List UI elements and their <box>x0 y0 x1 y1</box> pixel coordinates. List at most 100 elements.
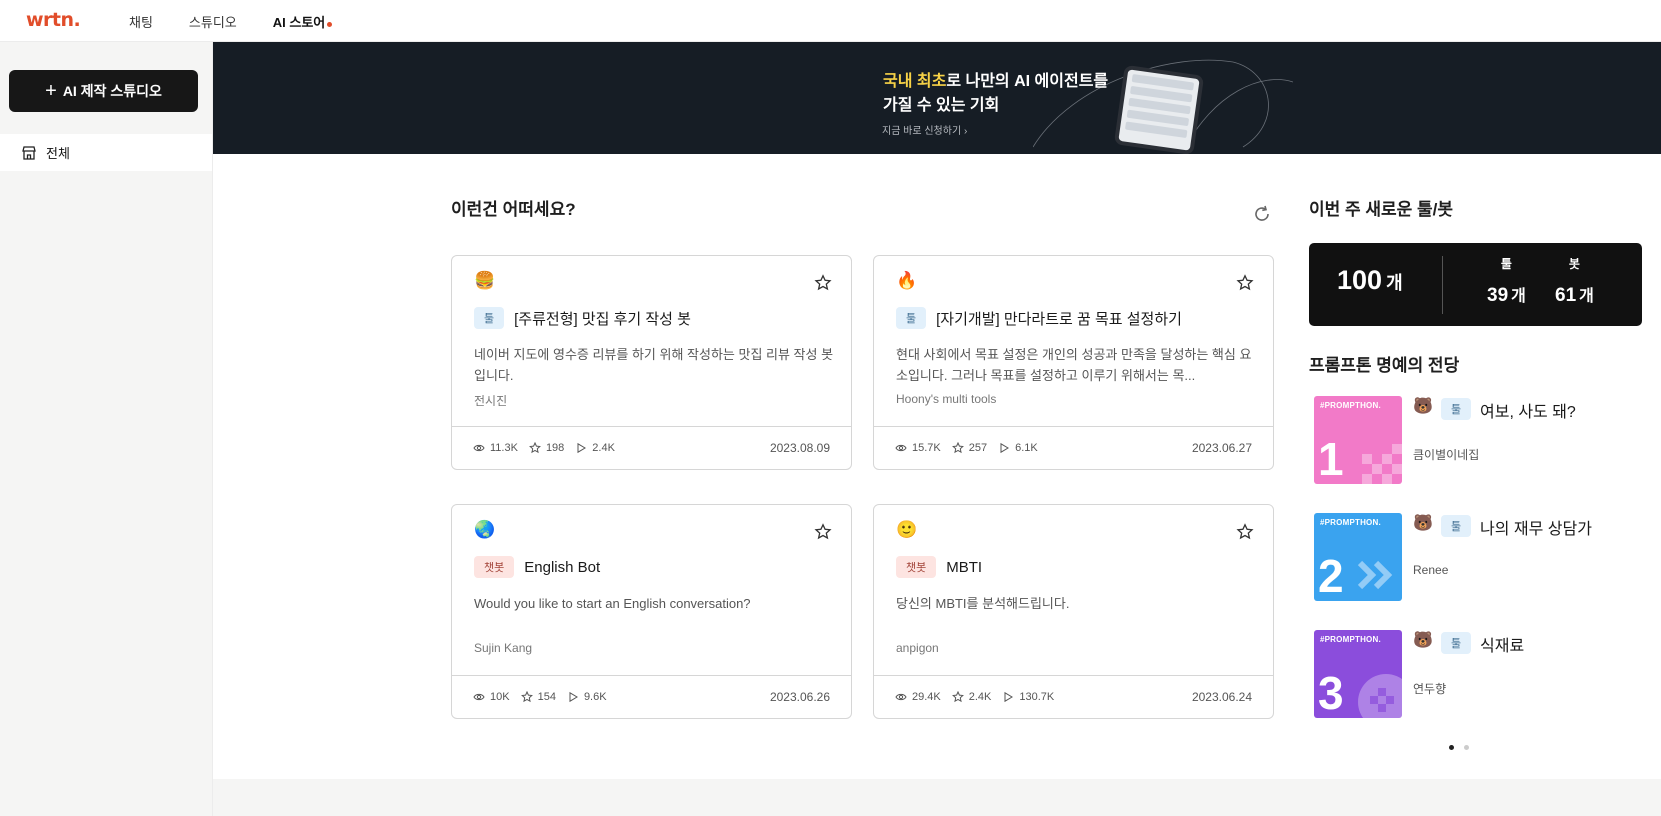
total-count: 100 개 <box>1337 265 1403 296</box>
plays-stat: 9.6K <box>567 691 607 703</box>
chatbot-card[interactable]: 🌏 챗봇 English Bot Would you like to start… <box>451 504 852 719</box>
tool-count-value: 39 <box>1487 285 1509 306</box>
page-footer-band <box>213 779 1661 816</box>
stars-stat: 198 <box>528 442 565 454</box>
views-count: 29.4K <box>912 691 941 703</box>
stars-count: 257 <box>968 442 988 454</box>
chatbot-card[interactable]: 🙂 챗봇 MBTI 당신의 MBTI를 분석해드립니다. anpigon 29.… <box>873 504 1274 719</box>
type-badge: 툴 <box>474 307 505 329</box>
views-stat: 10K <box>473 691 510 703</box>
star-icon[interactable] <box>1236 523 1254 541</box>
bear-emoji: 🐻 <box>1413 632 1433 649</box>
card-emoji: 🍔 <box>474 271 496 290</box>
wrtn-logo[interactable]: wrtn. <box>26 9 81 31</box>
bear-emoji: 🐻 <box>1413 398 1433 415</box>
rank-number: 2 <box>1318 550 1344 601</box>
plus-icon: + <box>45 80 57 102</box>
hof-title: 여보, 사도 돼? <box>1480 404 1576 421</box>
banner-headline: 국내 최초로 나만의 AI 에이전트를 가질 수 있는 기회 <box>883 70 1108 118</box>
prompthon-thumbnail: #PROMPTHON. 2 <box>1314 513 1402 601</box>
nav-ai-store[interactable]: AI 스토어 <box>272 12 333 31</box>
hall-of-fame-item[interactable]: #PROMPTHON. 1 🐻 툴 여보, 사도 돼? 큼이별이네집 <box>1314 396 1644 484</box>
prompthon-thumbnail: #PROMPTHON. 1 <box>1314 396 1402 484</box>
banner-line2: 가질 수 있는 기회 <box>883 97 1000 114</box>
type-badge: 툴 <box>896 307 927 329</box>
card-description: 현대 사회에서 목표 설정은 개인의 성공과 만족을 달성하는 핵심 요소입니다… <box>896 347 1252 383</box>
tablet-illustration <box>1113 64 1205 154</box>
nav-ai-store-label: AI 스토어 <box>272 14 326 30</box>
card-title: English Bot <box>524 558 601 576</box>
new-dot-indicator <box>327 21 333 27</box>
chevrons-pattern <box>1357 560 1393 590</box>
tool-card[interactable]: 🔥 툴 [자기개발] 만다라트로 꿈 목표 설정하기 현대 사회에서 목표 설정… <box>873 255 1274 470</box>
star-icon[interactable] <box>1236 274 1254 292</box>
star-icon[interactable] <box>814 523 832 541</box>
weekly-title: 이번 주 새로운 툴/봇 <box>1309 200 1454 219</box>
card-emoji: 🙂 <box>896 520 918 539</box>
ai-studio-create-button[interactable]: + AI 제작 스튜디오 <box>9 70 198 112</box>
stars-count: 198 <box>545 442 565 454</box>
plays-count: 9.6K <box>583 691 607 703</box>
star-outline-icon <box>528 442 541 454</box>
star-outline-icon <box>951 442 964 454</box>
tool-count-label: 툴 <box>1500 257 1512 271</box>
stars-stat: 2.4K <box>951 691 992 703</box>
views-stat: 15.7K <box>895 442 941 454</box>
nav-links: 채팅 스튜디오 AI 스토어 <box>129 0 361 42</box>
sidebar: + AI 제작 스튜디오 전체 <box>0 42 213 816</box>
sidebar-item-all[interactable]: 전체 <box>0 134 212 171</box>
banner-line1: 로 나만의 AI 에이전트를 <box>946 73 1109 90</box>
banner-cta-link[interactable]: 지금 바로 신청하기 › <box>882 122 967 137</box>
bot-count-label: 봇 <box>1568 257 1580 271</box>
stats-divider <box>1442 256 1443 314</box>
eye-icon <box>473 693 485 701</box>
card-footer: 29.4K 2.4K 130.7K 2023.06.24 <box>874 675 1273 718</box>
card-title: [주류전형] 맛집 후기 작성 봇 <box>514 310 691 328</box>
nav-studio[interactable]: 스튜디오 <box>189 12 237 31</box>
eye-icon <box>895 693 907 701</box>
hof-title: 나의 재무 상담가 <box>1480 521 1592 538</box>
promo-banner[interactable]: 국내 최초로 나만의 AI 에이전트를 가질 수 있는 기회 지금 바로 신청하… <box>213 42 1661 154</box>
type-badge: 챗봇 <box>896 556 937 578</box>
card-title: MBTI <box>946 558 983 576</box>
type-badge: 툴 <box>1441 632 1472 654</box>
store-icon <box>22 145 36 160</box>
views-count: 11.3K <box>490 442 518 454</box>
card-author: Sujin Kang <box>474 641 533 655</box>
views-stat: 11.3K <box>473 442 518 454</box>
play-icon <box>1000 442 1010 454</box>
hall-of-fame-item[interactable]: #PROMPTHON. 2 🐻 툴 나의 재무 상담가 Renee <box>1314 513 1644 601</box>
rank-number: 1 <box>1318 433 1344 484</box>
star-icon[interactable] <box>814 274 832 292</box>
carousel-dot-2[interactable] <box>1464 745 1469 750</box>
rank-number: 3 <box>1318 667 1344 718</box>
hof-author: Renee <box>1413 563 1449 577</box>
card-date: 2023.06.27 <box>1191 441 1252 455</box>
hof-title: 식재료 <box>1480 638 1525 655</box>
stars-count: 154 <box>537 691 556 703</box>
card-author: Hoony's multi tools <box>896 392 997 406</box>
stars-count: 2.4K <box>968 691 992 703</box>
refresh-icon[interactable] <box>1252 204 1272 224</box>
plays-stat: 6.1K <box>998 442 1038 454</box>
hof-author: 큼이별이네집 <box>1413 448 1480 462</box>
sidebar-item-label: 전체 <box>46 146 70 161</box>
views-stat: 29.4K <box>895 691 941 703</box>
eye-icon <box>473 444 485 452</box>
type-badge: 툴 <box>1441 515 1472 537</box>
nav-chat[interactable]: 채팅 <box>129 12 153 31</box>
bear-emoji: 🐻 <box>1413 515 1433 532</box>
total-unit: 개 <box>1386 273 1403 293</box>
card-header: 챗봇 English Bot <box>474 556 600 578</box>
plays-stat: 2.4K <box>575 442 615 454</box>
type-badge: 챗봇 <box>474 556 515 578</box>
carousel-dot-1[interactable] <box>1449 745 1454 750</box>
carousel-pagination <box>1449 745 1469 750</box>
create-button-label: AI 제작 스튜디오 <box>62 83 162 99</box>
hall-of-fame-item[interactable]: #PROMPTHON. 3 🐻 툴 식재료 연두향 <box>1314 630 1644 718</box>
play-icon <box>577 442 587 454</box>
tool-card[interactable]: 🍔 툴 [주류전형] 맛집 후기 작성 봇 네이버 지도에 영수증 리뷰를 하기… <box>451 255 852 470</box>
total-value: 100 <box>1337 265 1383 295</box>
star-outline-icon <box>520 691 533 703</box>
card-header: 툴 [주류전형] 맛집 후기 작성 봇 <box>474 307 691 329</box>
